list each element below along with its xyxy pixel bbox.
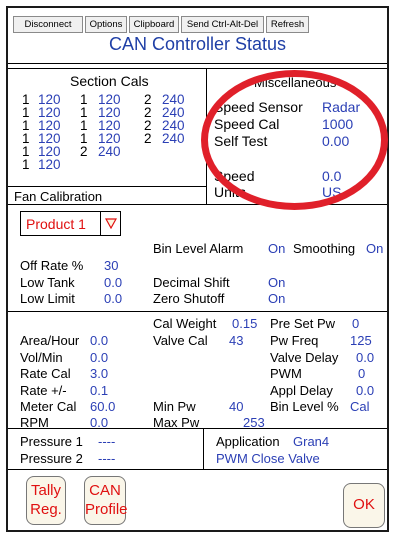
zero-shutoff-value[interactable]: On: [268, 291, 285, 306]
annotation-ellipse: [201, 70, 388, 210]
rpm-value: 0.0: [90, 415, 109, 430]
send-ctrl-alt-del-button[interactable]: Send Ctrl-Alt-Del: [181, 16, 264, 33]
tally-reg-line2: Reg.: [30, 501, 62, 518]
area-hour-label: Area/Hour: [20, 333, 80, 348]
can-profile-line1: CAN: [89, 482, 121, 499]
rate-cal-label: Rate Cal: [20, 366, 71, 381]
section-cal-value: 120: [38, 157, 61, 172]
pwm-value: 0: [358, 366, 366, 381]
pw-freq-label: Pw Freq: [270, 333, 319, 348]
pressure-2-value: ----: [98, 451, 116, 466]
product-select-value: Product 1: [26, 216, 86, 232]
max-pw-value[interactable]: 253: [243, 415, 265, 430]
min-pw-label: Min Pw: [153, 399, 196, 414]
vol-min-label: Vol/Min: [20, 350, 63, 365]
valve-delay-value[interactable]: 0.0: [356, 350, 374, 365]
cal-weight-label: Cal Weight: [153, 316, 217, 331]
bin-level-alarm-label: Bin Level Alarm: [153, 241, 244, 256]
chevron-down-icon: [105, 218, 117, 229]
cal-weight-value[interactable]: 0.15: [232, 316, 257, 331]
rpm-label: RPM: [20, 415, 49, 430]
decimal-shift-value[interactable]: On: [268, 275, 285, 290]
clipboard-button[interactable]: Clipboard: [129, 16, 179, 33]
page-title: CAN Controller Status: [108, 34, 287, 54]
divider: [8, 469, 387, 470]
section-num: 1: [22, 157, 30, 172]
appl-delay-value[interactable]: 0.0: [356, 383, 374, 398]
vol-min-value: 0.0: [90, 350, 109, 365]
meter-cal-value[interactable]: 60.0: [90, 399, 115, 414]
pwm-label: PWM: [270, 366, 302, 381]
appl-delay-label: Appl Delay: [270, 383, 333, 398]
section-num: 2: [144, 131, 152, 146]
divider: [100, 212, 101, 235]
pre-set-pw-value[interactable]: 0: [352, 316, 359, 331]
divider: [8, 63, 387, 64]
can-profile-button[interactable]: CAN Profile: [84, 476, 128, 525]
meter-cal-label: Meter Cal: [20, 399, 77, 414]
max-pw-label: Max Pw: [153, 415, 200, 430]
ok-button[interactable]: OK: [343, 483, 385, 528]
can-profile-line2: Profile: [85, 501, 128, 518]
pressure-1-label: Pressure 1: [20, 434, 83, 449]
off-rate-value[interactable]: 30: [104, 258, 118, 273]
pw-freq-value[interactable]: 125: [350, 333, 372, 348]
disconnect-button[interactable]: Disconnect: [13, 16, 83, 33]
pressure-2-label: Pressure 2: [20, 451, 83, 466]
pressure-1-value: ----: [98, 434, 116, 449]
low-tank-label: Low Tank: [20, 275, 75, 290]
pwm-close-valve[interactable]: PWM Close Valve: [216, 451, 320, 466]
low-limit-label: Low Limit: [20, 291, 75, 306]
smoothing-value[interactable]: On: [366, 241, 383, 256]
rate-pm-label: Rate +/-: [20, 383, 67, 398]
valve-cal-value[interactable]: 43: [229, 333, 243, 348]
fan-calibration-button[interactable]: Fan Calibration: [14, 189, 102, 204]
smoothing-label: Smoothing: [293, 241, 356, 256]
divider: [8, 186, 206, 187]
zero-shutoff-label: Zero Shutoff: [153, 291, 225, 306]
divider: [203, 429, 204, 469]
off-rate-label: Off Rate %: [20, 258, 84, 273]
valve-cal-label: Valve Cal: [153, 333, 208, 348]
application-label: Application: [216, 434, 280, 449]
application-value[interactable]: Gran4: [293, 434, 329, 449]
decimal-shift-label: Decimal Shift: [153, 275, 230, 290]
options-button[interactable]: Options: [85, 16, 127, 33]
min-pw-value[interactable]: 40: [229, 399, 243, 414]
section-num: 2: [80, 144, 88, 159]
refresh-button[interactable]: Refresh: [266, 16, 309, 33]
divider: [8, 68, 387, 69]
tally-reg-line1: Tally: [30, 482, 61, 499]
rate-pm-value[interactable]: 0.1: [90, 383, 108, 398]
area-hour-value: 0.0: [90, 333, 109, 348]
low-limit-value[interactable]: 0.0: [104, 291, 122, 306]
section-cals-header: Section Cals: [70, 73, 149, 89]
rate-cal-value[interactable]: 3.0: [90, 366, 108, 381]
divider: [8, 311, 387, 312]
bin-level-pct-label: Bin Level %: [270, 399, 339, 414]
section-cal-value: 240: [162, 131, 185, 146]
valve-delay-label: Valve Delay: [270, 350, 339, 365]
product-select[interactable]: Product 1: [20, 211, 121, 236]
section-cal-value: 240: [98, 144, 121, 159]
pre-set-pw-label: Pre Set Pw: [270, 316, 336, 331]
low-tank-value[interactable]: 0.0: [104, 275, 122, 290]
bin-level-pct-value[interactable]: Cal: [350, 399, 370, 414]
bin-level-alarm-value[interactable]: On: [268, 241, 285, 256]
tally-reg-button[interactable]: Tally Reg.: [26, 476, 66, 525]
